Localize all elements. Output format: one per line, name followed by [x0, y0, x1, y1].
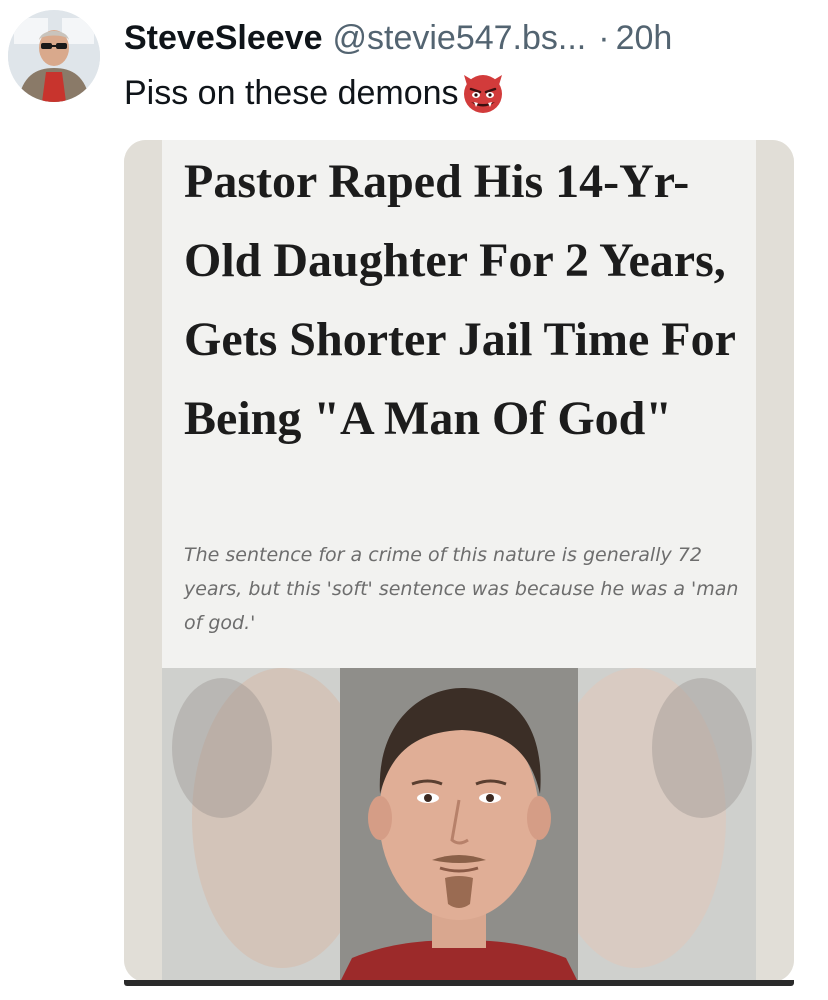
- article-headline: Pastor Raped His 14-Yr-Old Daughter For …: [184, 155, 736, 445]
- post-timestamp[interactable]: 20h: [616, 14, 673, 62]
- separator-dot: ·: [598, 19, 610, 57]
- media-bottom-bar: [124, 980, 794, 986]
- media-image[interactable]: Pastor Raped His 14-Yr-Old Daughter For …: [124, 140, 794, 982]
- avatar[interactable]: [8, 10, 100, 102]
- avatar-image: [8, 10, 100, 102]
- post: SteveSleeve @stevie547.bs... · 20h Piss …: [0, 0, 828, 1000]
- article-card: Pastor Raped His 14-Yr-Old Daughter For …: [162, 140, 756, 670]
- mugshot-photo: [162, 668, 756, 982]
- article-subtext: The sentence for a crime of this nature …: [184, 544, 739, 634]
- post-text-row: Piss on these demons: [124, 68, 505, 118]
- post-text: Piss on these demons: [124, 74, 459, 112]
- post-header: SteveSleeve @stevie547.bs... · 20h: [124, 14, 808, 62]
- media-border-left: [124, 140, 162, 982]
- media-border-right: [756, 140, 794, 982]
- user-handle[interactable]: @stevie547.bs...: [333, 14, 587, 62]
- ogre-face-icon: [461, 71, 505, 115]
- display-name[interactable]: SteveSleeve: [124, 14, 323, 62]
